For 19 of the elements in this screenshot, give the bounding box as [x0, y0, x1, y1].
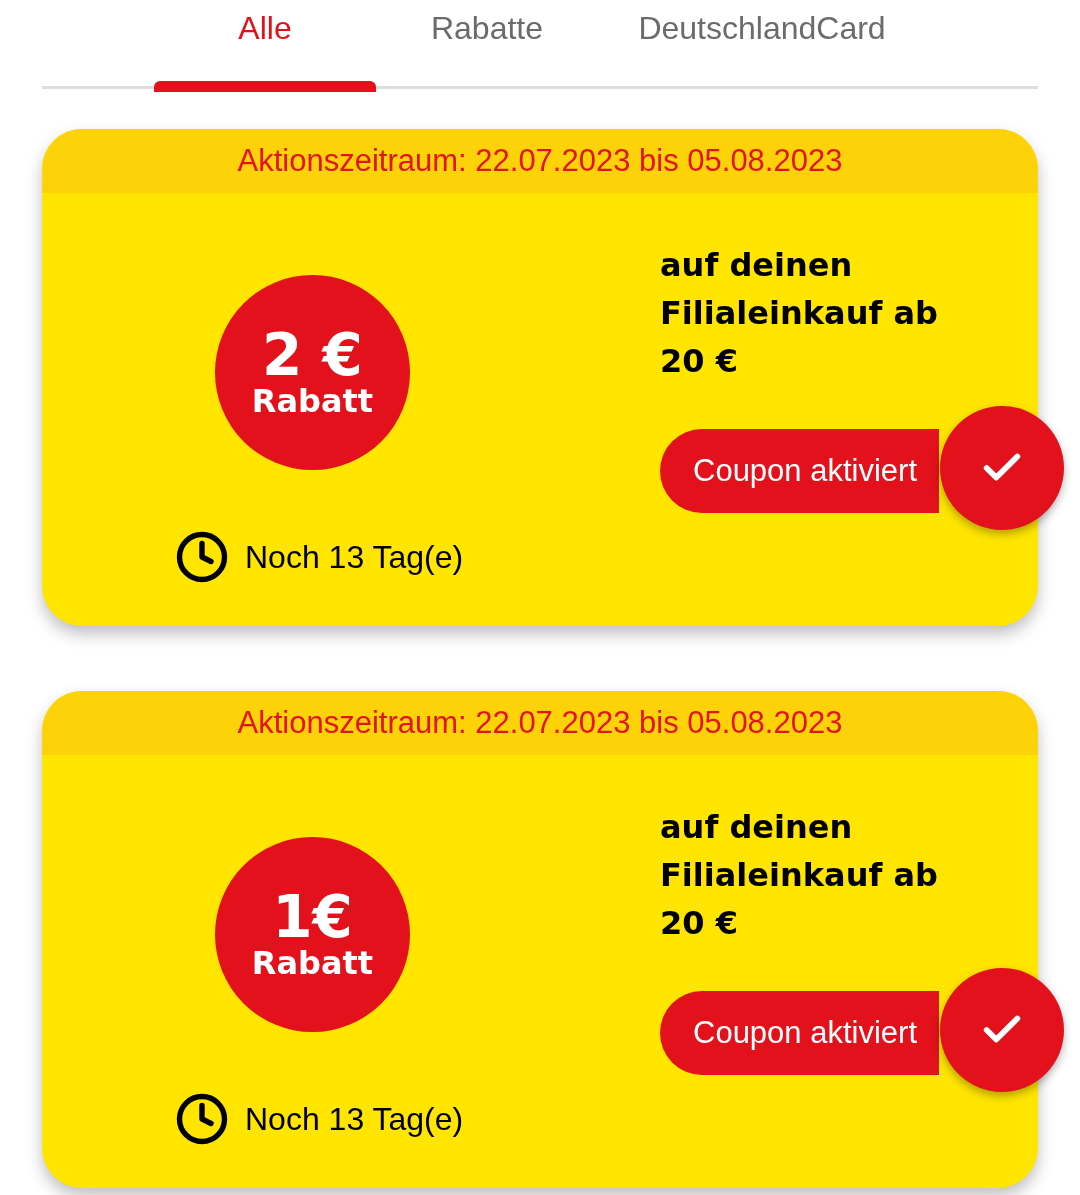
promotion-period: Aktionszeitraum: 22.07.2023 bis 05.08.2023	[42, 691, 1038, 755]
tab[interactable]: DeutschlandCard	[598, 0, 926, 89]
coupon-card[interactable]: Aktionszeitraum: 22.07.2023 bis 05.08.2023 1€ Rabatt Noch 13 Tag(e) auf deinen Filialeinkauf ab 20 € Coupon aktiviert	[42, 691, 1038, 1188]
tab[interactable]: Alle	[154, 0, 376, 89]
clock-icon	[175, 530, 229, 584]
coupon-activated-button[interactable]: Coupon aktiviert	[660, 991, 939, 1075]
promotion-period: Aktionszeitraum: 22.07.2023 bis 05.08.2023	[42, 129, 1038, 193]
badge-label: Rabatt	[251, 383, 374, 420]
tab[interactable]: Rabatte	[376, 0, 598, 89]
remaining-days: Noch 13 Tag(e)	[245, 1095, 464, 1143]
badge-label: Rabatt	[251, 945, 374, 982]
badge-amount: 1€	[272, 887, 353, 946]
coupon-description: auf deinen Filialeinkauf ab 20 €	[660, 245, 939, 382]
coupon-card[interactable]: Aktionszeitraum: 22.07.2023 bis 05.08.2023 2 € Rabatt Noch 13 Tag(e) auf deinen Filialeinkauf ab 20 € Coupon aktiviert	[42, 129, 1038, 626]
clock-icon	[175, 1092, 229, 1146]
remaining-days: Noch 13 Tag(e)	[245, 533, 464, 581]
coupon-description: auf deinen Filialeinkauf ab 20 €	[660, 807, 939, 944]
coupon-activated-button[interactable]: Coupon aktiviert	[660, 429, 939, 513]
badge-amount: 2 €	[262, 325, 363, 384]
